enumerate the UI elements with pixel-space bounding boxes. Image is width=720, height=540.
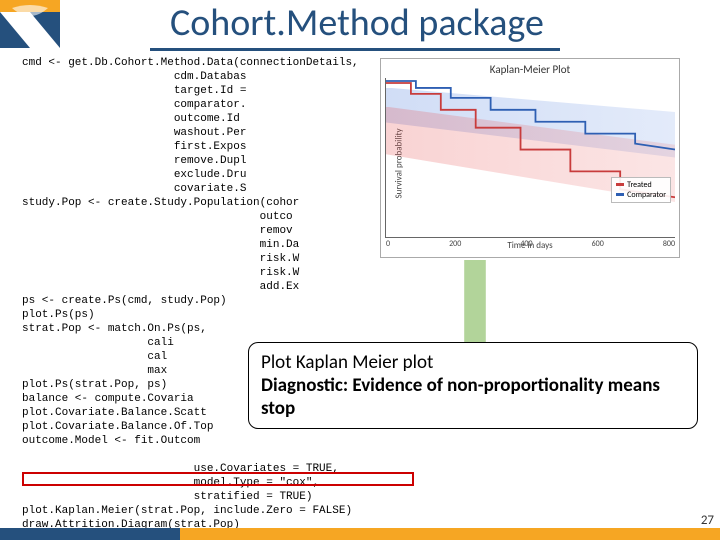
legend-item-treated: Treated [616,180,666,190]
title-underline [150,48,560,51]
plot-title: Kaplan-Meier Plot [385,63,675,76]
footer-bar-orange [180,528,720,540]
kaplan-meier-plot: Kaplan-Meier Plot Survival probability T… [380,58,680,258]
brand-logo-icon [0,0,60,48]
page-number: 27 [701,513,714,528]
plot-canvas: Survival probability Treated Comparator … [385,78,675,238]
callout-heading: Plot Kaplan Meier plot [261,351,685,374]
footer-bar-blue [0,528,180,540]
callout-body: Diagnostic: Evidence of non-proportional… [261,374,685,420]
page-title: Cohort.Method package [170,0,710,46]
code-highlight-box [22,472,414,486]
slide: Cohort.Method package cmd <- get.Db.Coho… [0,0,720,540]
plot-legend: Treated Comparator [611,177,671,203]
survival-line-comparator [386,78,675,237]
x-axis-ticks: 0 200 400 600 800 [386,239,675,249]
legend-item-comparator: Comparator [616,190,666,200]
callout-box: Plot Kaplan Meier plot Diagnostic: Evide… [248,342,698,429]
